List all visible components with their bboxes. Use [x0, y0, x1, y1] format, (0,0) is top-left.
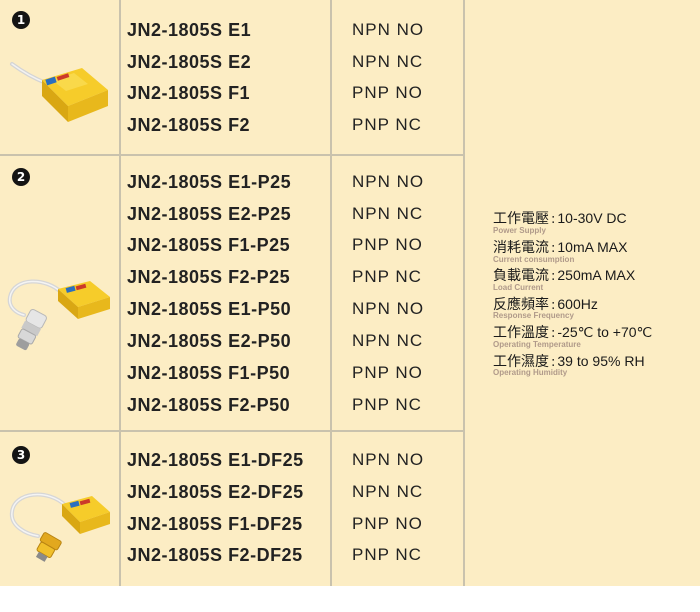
model-name: JN2-1805S F2-DF25 [127, 545, 303, 565]
spec-colon: : [551, 241, 556, 256]
model-name: JN2-1805S F1-P50 [127, 363, 291, 383]
output-type: NPN NO [352, 299, 425, 318]
spec-colon: : [551, 269, 556, 284]
output-type: NPN NO [352, 20, 425, 39]
group-number-1: 1 [12, 11, 30, 29]
spec-label: 負載電流 [493, 268, 549, 284]
model-name: JN2-1805S E1-P50 [127, 299, 292, 319]
spec-load-current: 負載電流:250mA MAX [493, 265, 635, 285]
output-type: NPN NC [352, 204, 424, 223]
model-name: JN2-1805S F1-P25 [127, 235, 291, 255]
output-type: PNP NO [352, 83, 423, 102]
spec-value: 600Hz [557, 296, 598, 312]
group-number-3: 3 [12, 446, 30, 464]
spec-label: 消耗電流 [493, 240, 549, 256]
output-type: PNP NC [352, 267, 422, 286]
sensor-image-3 [9, 492, 110, 562]
spec-colon: : [551, 326, 556, 341]
model-name: JN2-1805S F2-P25 [127, 267, 291, 287]
output-type: PNP NO [352, 514, 423, 533]
spec-sublabel: Operating Humidity [493, 368, 568, 377]
model-name: JN2-1805S E2-P50 [127, 331, 292, 351]
model-name: JN2-1805S F1 [127, 83, 251, 103]
spec-value: -25℃ to +70℃ [557, 324, 653, 340]
output-type: PNP NC [352, 115, 422, 134]
product-table: 1 2 3 JN2-1805S E1 NPN NO JN2-1805S E2 N… [0, 0, 700, 612]
model-name: JN2-1805S E2 [127, 52, 252, 72]
grid-line [330, 0, 332, 586]
spec-label: 工作電壓 [493, 211, 549, 227]
output-type: NPN NC [352, 52, 424, 71]
spec-colon: : [551, 212, 556, 227]
model-name: JN2-1805S E2-P25 [127, 204, 292, 224]
sensor-image-2 [7, 279, 110, 351]
spec-value: 39 to 95% RH [557, 353, 645, 369]
spec-sublabel: Power Supply [493, 226, 546, 235]
model-name: JN2-1805S E2-DF25 [127, 482, 304, 502]
output-type: NPN NO [352, 172, 425, 191]
sensor-image-1 [10, 62, 108, 122]
spec-sublabel: Current consumption [493, 255, 575, 264]
model-name: JN2-1805S E1-P25 [127, 172, 292, 192]
spec-sublabel: Operating Temperature [493, 340, 581, 349]
model-name: JN2-1805S F2 [127, 115, 251, 135]
spec-value: 10mA MAX [557, 239, 628, 255]
output-type: PNP NC [352, 545, 422, 564]
output-type: NPN NO [352, 450, 425, 469]
grid-line [463, 0, 465, 586]
model-name: JN2-1805S F2-P50 [127, 395, 291, 415]
output-type: PNP NO [352, 363, 423, 382]
specs-cell [465, 0, 700, 586]
type-cell-2 [332, 156, 464, 430]
spec-value: 10-30V DC [557, 210, 627, 226]
grid-line [0, 430, 464, 432]
output-type: PNP NC [352, 395, 422, 414]
spec-label: 工作溫度 [493, 325, 549, 341]
group-number-2: 2 [12, 168, 30, 186]
grid-line [119, 0, 121, 586]
output-type: NPN NC [352, 482, 424, 501]
spec-value: 250mA MAX [557, 267, 636, 283]
model-name: JN2-1805S F1-DF25 [127, 514, 303, 534]
output-type: NPN NC [352, 331, 424, 350]
model-name: JN2-1805S E1-DF25 [127, 450, 304, 470]
spec-sublabel: Response Frequency [493, 311, 574, 320]
spec-operating-temperature: 工作溫度: -25℃ to +70℃ [493, 322, 652, 342]
spec-sublabel: Load Current [493, 283, 544, 292]
model-cell-2 [121, 156, 331, 430]
model-name: JN2-1805S E1 [127, 20, 252, 40]
spec-current-consumption: 消耗電流:10mA MAX [493, 237, 627, 257]
spec-power-supply: 工作電壓:10-30V DC [493, 208, 627, 228]
grid-line [0, 154, 464, 156]
output-type: PNP NO [352, 235, 423, 254]
